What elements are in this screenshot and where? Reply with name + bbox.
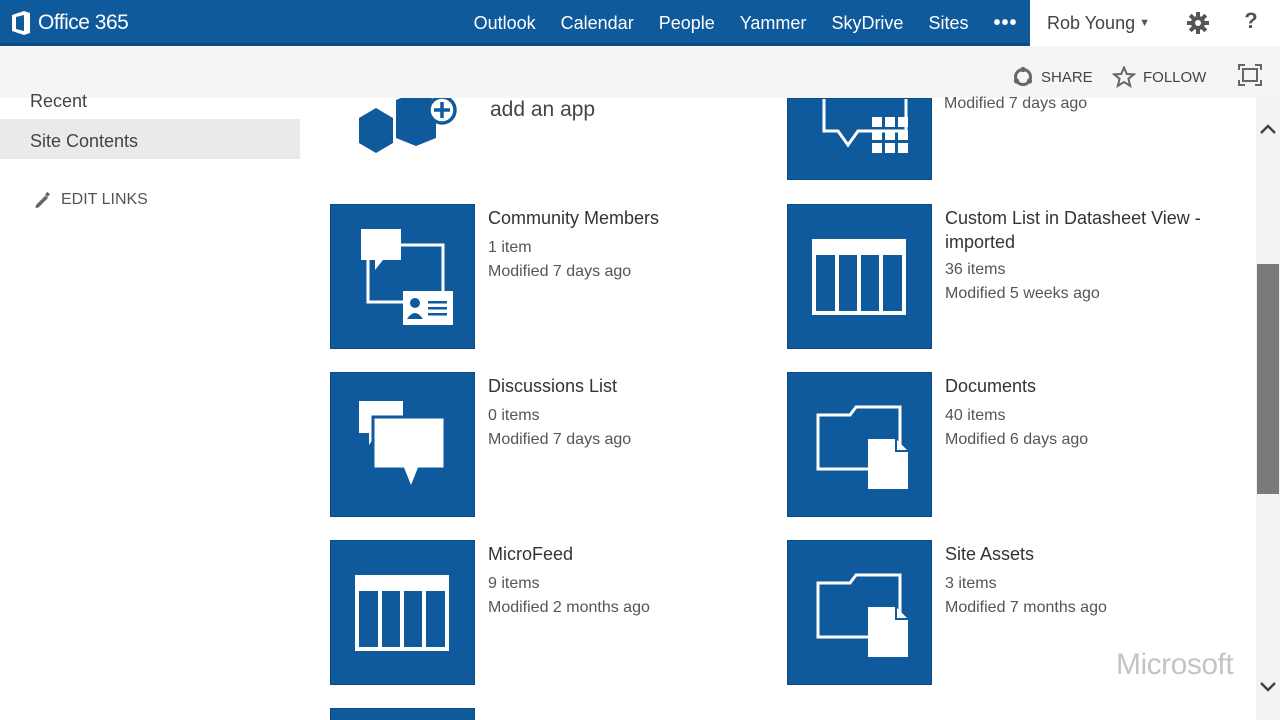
folder-document-icon (816, 573, 908, 657)
user-name: Rob Young (1047, 12, 1136, 33)
tile-modified: Modified 2 months ago (488, 599, 650, 616)
suite-bar: Office 365 Outlook Calendar People Yamme… (0, 0, 1280, 46)
nav-skydrive[interactable]: SkyDrive (819, 13, 916, 34)
gear-icon[interactable] (1186, 11, 1210, 35)
follow-button[interactable]: FOLLOW (1112, 66, 1206, 88)
office365-logo[interactable]: Office 365 (10, 9, 129, 37)
community-members-icon (361, 229, 453, 325)
tile-modified: Modified 6 days ago (945, 431, 1089, 448)
scroll-up-icon[interactable] (1257, 118, 1279, 140)
tile-modified: Modified 7 days ago (488, 263, 632, 280)
caret-down-icon: ▼ (1139, 17, 1150, 29)
app-tile-text-site-assets: Site Assets 3 items Modified 7 months ag… (945, 542, 1185, 620)
tile-title[interactable]: Custom List in Datasheet View - imported (945, 206, 1205, 254)
edit-links-button[interactable]: EDIT LINKS (33, 191, 148, 209)
app-tile-text-discussions-list: Discussions List 0 items Modified 7 days… (488, 374, 728, 452)
folder-document-icon (816, 405, 908, 489)
top-nav: Outlook Calendar People Yammer SkyDrive … (461, 0, 1030, 46)
tile-count: 1 item (488, 239, 532, 256)
add-app-label[interactable]: add an app (490, 98, 595, 122)
add-app-icon[interactable] (356, 98, 462, 156)
tile-modified: Modified 7 days ago (944, 95, 1088, 112)
nav-more-button[interactable]: ••• (981, 12, 1030, 35)
share-button[interactable]: SHARE (1012, 66, 1093, 88)
tile-title[interactable]: Site Assets (945, 542, 1185, 566)
app-tile-custom-list[interactable] (787, 204, 932, 349)
app-tile-microfeed[interactable] (330, 540, 475, 685)
star-icon (1112, 66, 1136, 88)
nav-people[interactable]: People (646, 13, 727, 34)
app-tile-text-documents: Documents 40 items Modified 6 days ago (945, 374, 1185, 452)
scroll-down-icon[interactable] (1257, 676, 1279, 698)
tile-count: 36 items (945, 261, 1006, 278)
brand-name: Office 365 (38, 11, 129, 34)
focus-content-icon[interactable] (1238, 64, 1262, 86)
edit-links-label: EDIT LINKS (61, 191, 148, 208)
scrollbar-thumb[interactable] (1257, 264, 1279, 494)
tile-title[interactable]: MicroFeed (488, 542, 728, 566)
nav-outlook[interactable]: Outlook (461, 13, 548, 34)
discussion-grid-icon (822, 99, 908, 153)
tile-count: 9 items (488, 575, 540, 592)
tile-modified: Modified 7 days ago (488, 431, 632, 448)
share-label: SHARE (1041, 68, 1093, 86)
tile-modified: Modified 5 weeks ago (945, 285, 1100, 302)
tile-title[interactable]: Documents (945, 374, 1185, 398)
nav-calendar[interactable]: Calendar (548, 13, 646, 34)
tile-title[interactable]: Community Members (488, 206, 728, 230)
nav-yammer[interactable]: Yammer (727, 13, 819, 34)
tile-modified: Modified 7 months ago (945, 599, 1107, 616)
share-icon (1013, 66, 1033, 86)
tile-count: 3 items (945, 575, 997, 592)
app-tile-text-custom-list: Custom List in Datasheet View - imported… (945, 206, 1205, 306)
app-tile-discussions-list[interactable] (330, 372, 475, 517)
nav-sites[interactable]: Sites (916, 13, 981, 34)
tile-count: 40 items (945, 407, 1006, 424)
app-tile-community-members[interactable] (330, 204, 475, 349)
list-table-icon (355, 575, 449, 651)
microsoft-watermark: Microsoft (1116, 648, 1234, 681)
nav-site-contents[interactable]: Site Contents (0, 119, 300, 159)
help-icon[interactable]: ? (1240, 8, 1262, 34)
follow-label: FOLLOW (1143, 68, 1207, 86)
app-tile-text-0: Modified 7 days ago (944, 92, 1184, 116)
pencil-icon (35, 191, 50, 208)
app-tile-documents[interactable] (787, 372, 932, 517)
office-logo-icon (12, 11, 30, 35)
app-tile-site-assets[interactable] (787, 540, 932, 685)
app-tile-partial-bottom[interactable] (330, 708, 475, 720)
app-tile-text-microfeed: MicroFeed 9 items Modified 2 months ago (488, 542, 728, 620)
app-tile-icon-0[interactable] (787, 98, 932, 180)
user-menu[interactable]: Rob Young ▼ (1047, 13, 1150, 34)
tile-count: 0 items (488, 407, 540, 424)
tile-title[interactable]: Discussions List (488, 374, 728, 398)
discussion-bubbles-icon (359, 401, 447, 494)
nav-recent[interactable]: Recent (30, 91, 87, 112)
app-tile-text-community-members: Community Members 1 item Modified 7 days… (488, 206, 728, 284)
list-table-icon (812, 239, 906, 315)
